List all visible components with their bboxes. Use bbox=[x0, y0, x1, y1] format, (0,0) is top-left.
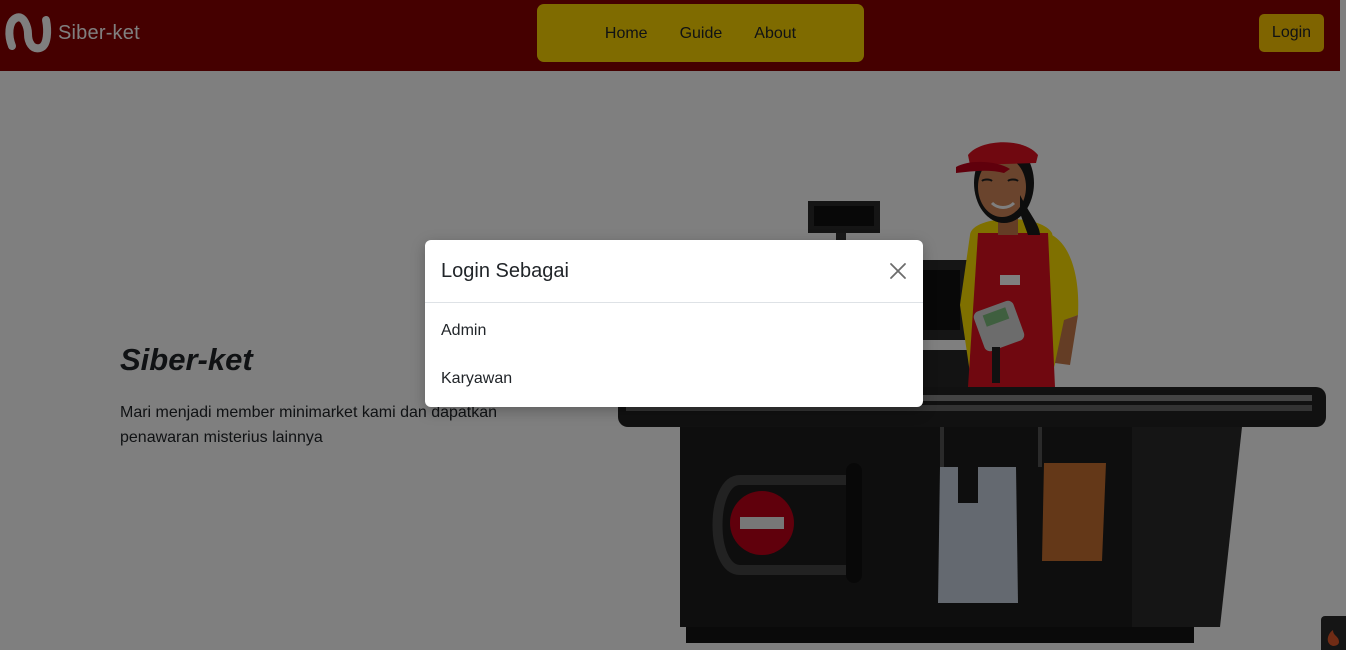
modal-header: Login Sebagai bbox=[425, 240, 923, 303]
modal-body: Admin Karyawan bbox=[425, 303, 923, 403]
close-icon[interactable] bbox=[888, 261, 908, 281]
role-option-karyawan[interactable]: Karyawan bbox=[425, 355, 923, 403]
login-role-modal: Login Sebagai Admin Karyawan bbox=[425, 240, 923, 407]
role-option-admin[interactable]: Admin bbox=[425, 307, 923, 355]
modal-title: Login Sebagai bbox=[441, 260, 569, 282]
